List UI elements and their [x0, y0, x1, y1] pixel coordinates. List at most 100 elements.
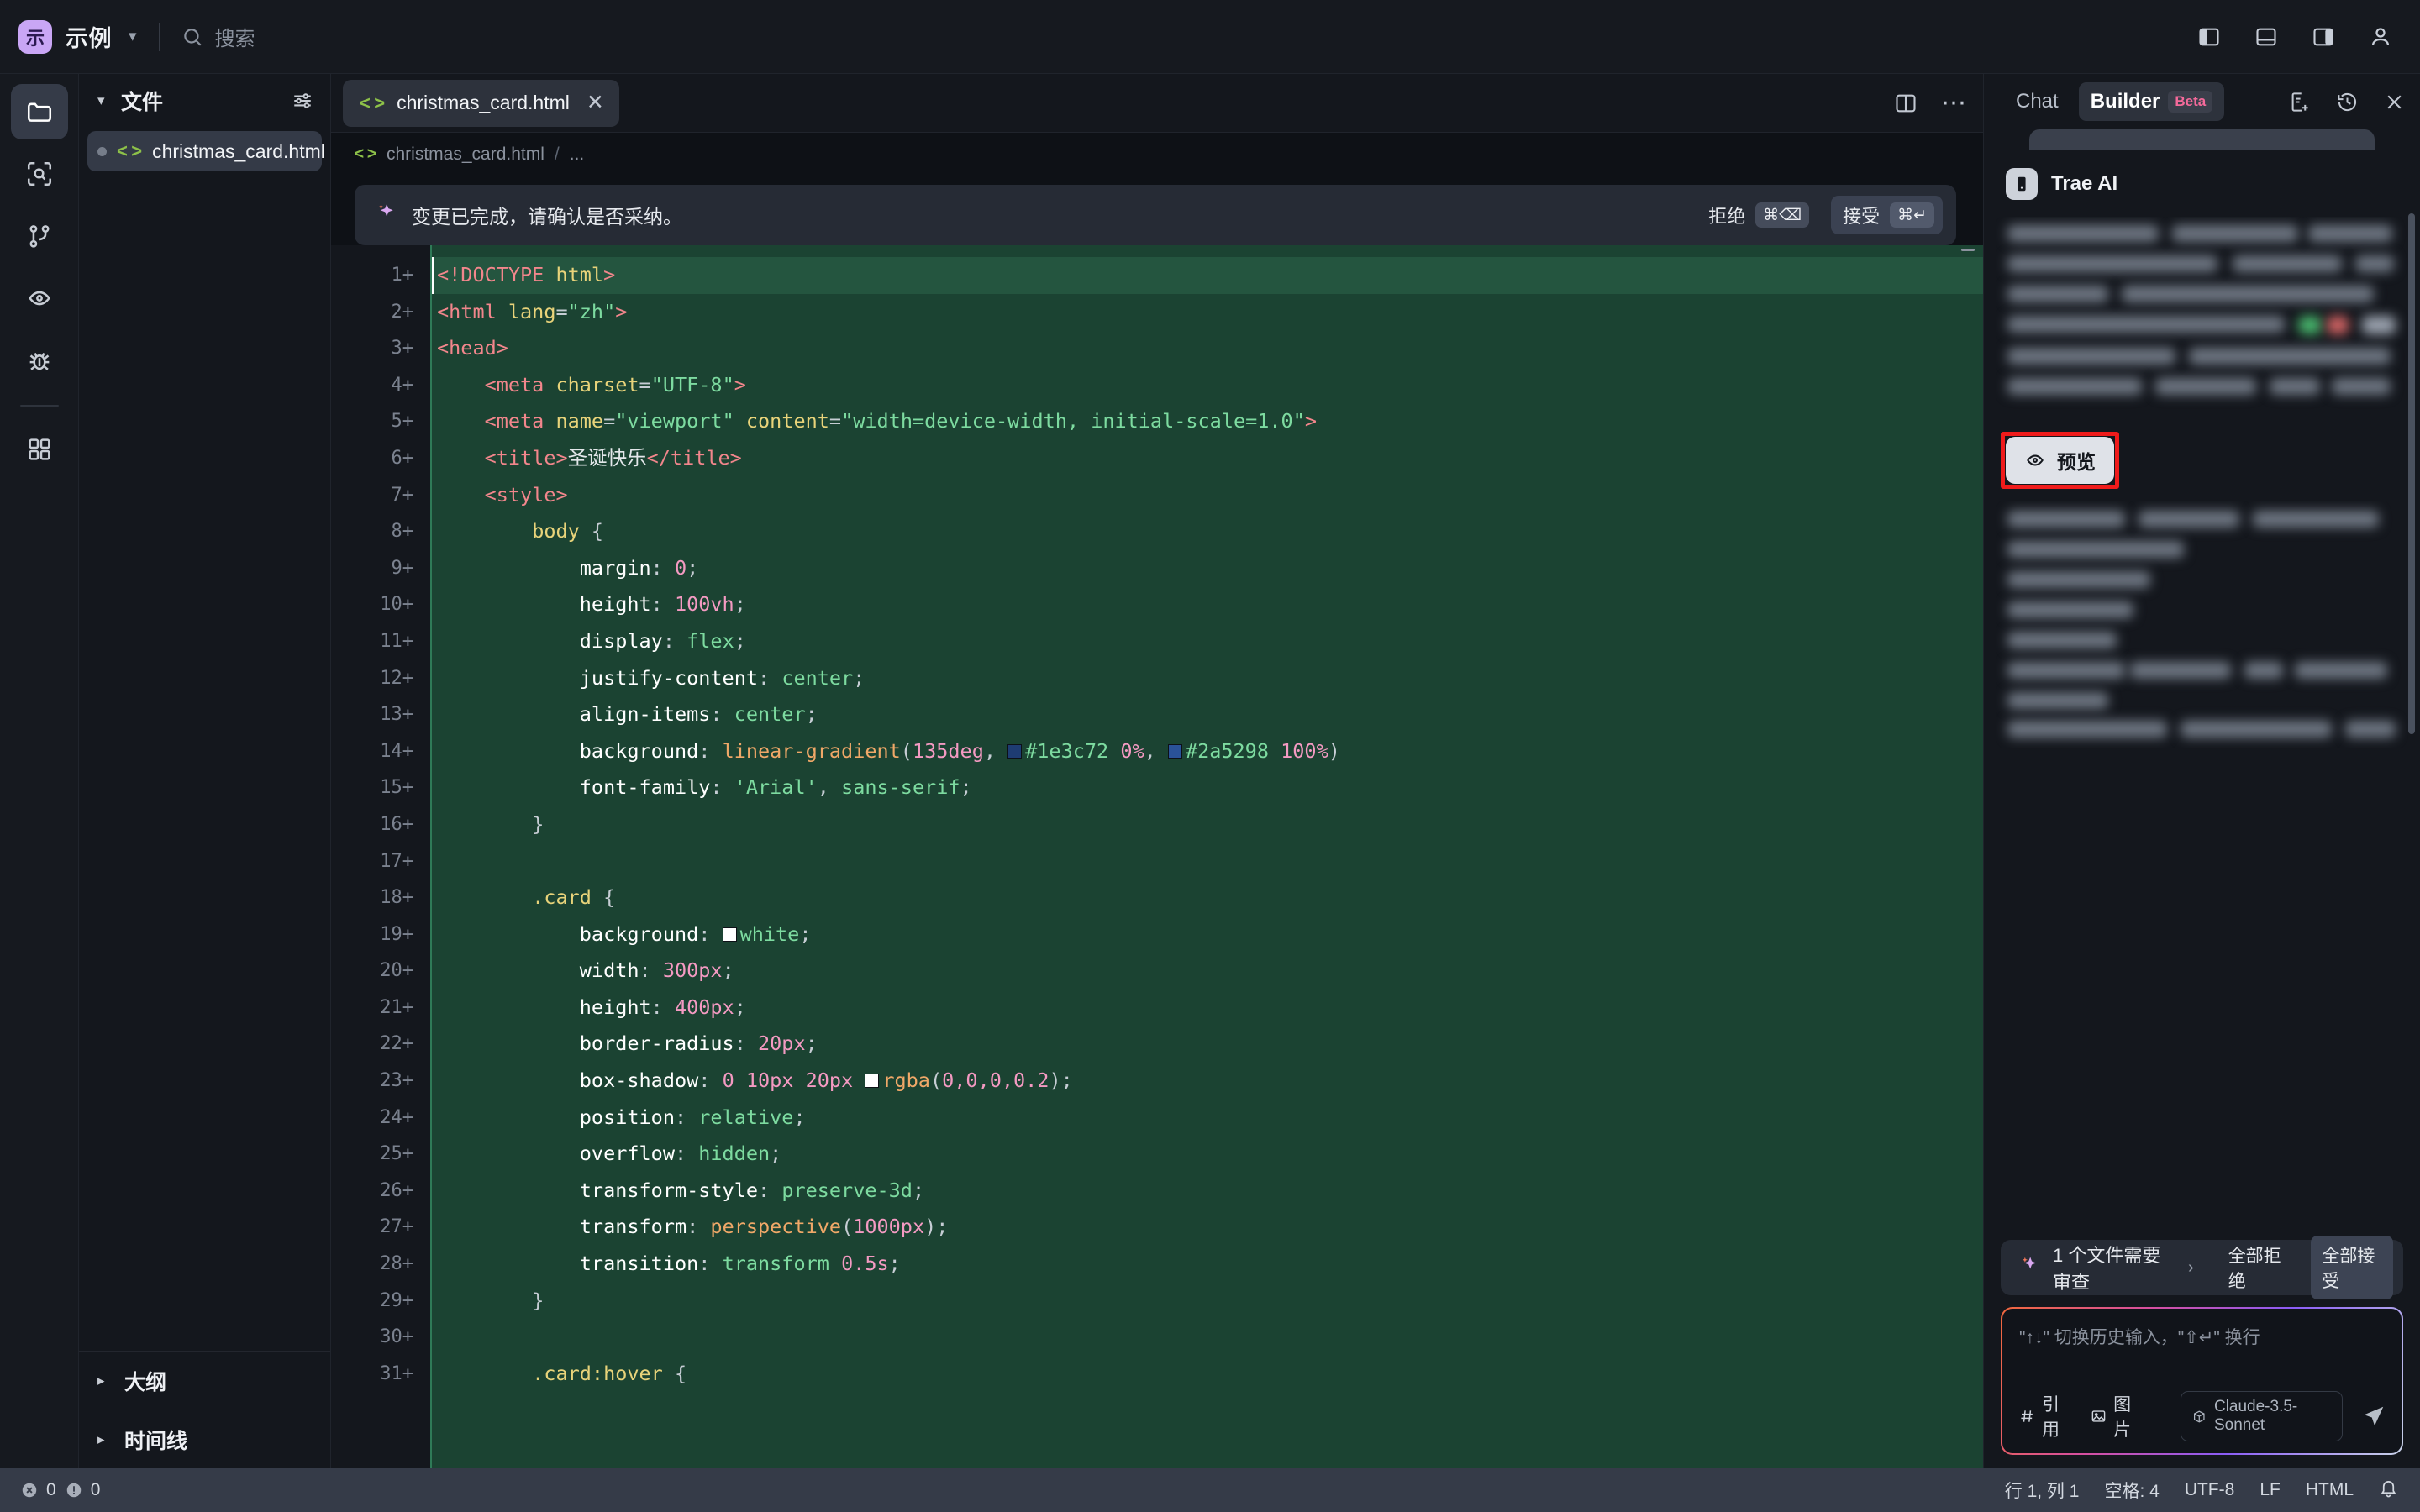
code-token: (	[901, 739, 913, 763]
code-editor[interactable]: 1+2+3+4+5+6+7+8+9+10+11+12+13+14+15+16+1…	[331, 245, 1983, 1468]
add-reference-button[interactable]: 引用	[2019, 1391, 2072, 1441]
code-token: >	[1305, 409, 1317, 433]
code-line[interactable]: .card:hover {	[432, 1356, 1983, 1393]
code-token: :	[651, 556, 675, 580]
bell-icon[interactable]	[2379, 1478, 2398, 1503]
add-image-button[interactable]: 图片	[2091, 1391, 2144, 1441]
sidebar-item-debug[interactable]	[11, 333, 68, 388]
indentation-setting[interactable]: 空格: 4	[2104, 1478, 2159, 1503]
code-line[interactable]: transform: perspective(1000px);	[432, 1209, 1983, 1246]
explorer-section-timeline[interactable]: ▸ 时间线	[79, 1410, 330, 1468]
code-line[interactable]: font-family: 'Arial', sans-serif;	[432, 769, 1983, 806]
code-line[interactable]: background: white;	[432, 916, 1983, 953]
code-token: perspective	[710, 1215, 841, 1238]
toggle-right-panel-icon[interactable]	[2309, 23, 2338, 51]
problems-errors[interactable]: 0	[20, 1480, 56, 1500]
code-line[interactable]: }	[432, 1283, 1983, 1320]
split-editor-icon[interactable]	[1894, 92, 1918, 115]
code-line[interactable]	[432, 1319, 1983, 1356]
code-token: );	[924, 1215, 948, 1238]
code-token: content	[746, 409, 829, 433]
reject-change-button[interactable]: 拒绝 ⌘⌫	[1697, 196, 1818, 234]
composer[interactable]: "↑↓" 切换历史输入，"⇧↵" 换行 引用 图片	[2002, 1309, 2402, 1453]
code-line[interactable]: <!DOCTYPE html>	[432, 257, 1983, 294]
explorer-section-outline[interactable]: ▸ 大纲	[79, 1351, 330, 1410]
blurred-text-line	[2327, 316, 2349, 334]
code-content[interactable]: <!DOCTYPE html><html lang="zh"><head> <m…	[430, 245, 1983, 1468]
chevron-down-icon[interactable]: ▾	[97, 92, 111, 109]
search-box[interactable]: 搜索	[182, 22, 255, 51]
accept-change-button[interactable]: 接受 ⌘↵	[1831, 196, 1943, 234]
code-line[interactable]: transition: transform 0.5s;	[432, 1246, 1983, 1283]
code-line[interactable]: margin: 0;	[432, 550, 1983, 587]
sidebar-item-run[interactable]	[11, 270, 68, 326]
more-actions-icon[interactable]: ⋯	[1941, 97, 1968, 109]
code-token: ,	[984, 739, 1007, 763]
sidebar-item-extensions[interactable]	[11, 422, 68, 477]
problems-warnings[interactable]: 0	[65, 1480, 101, 1500]
chevron-right-icon[interactable]: ›	[2188, 1258, 2194, 1278]
tab-chat[interactable]: Chat	[2004, 82, 2070, 121]
send-icon[interactable]	[2361, 1404, 2386, 1429]
sidebar-item-explorer[interactable]	[11, 84, 68, 139]
conversation-scrollbar[interactable]	[2408, 213, 2415, 734]
code-line[interactable]: <head>	[432, 330, 1983, 367]
model-selector[interactable]: Claude-3.5-Sonnet	[2181, 1391, 2343, 1441]
code-line[interactable]: <title>圣诞快乐</title>	[432, 440, 1983, 477]
file-item-christmas-card[interactable]: < > christmas_card.html	[87, 131, 322, 171]
cursor-position[interactable]: 行 1, 列 1	[2005, 1478, 2080, 1503]
sidebar-item-source-control[interactable]	[11, 208, 68, 264]
file-review-bar[interactable]: 1 个文件需要审查 › 全部拒绝 全部接受	[2001, 1240, 2403, 1295]
toggle-bottom-panel-icon[interactable]	[2252, 23, 2281, 51]
line-number: 12+	[331, 660, 430, 697]
code-line[interactable]: border-radius: 20px;	[432, 1026, 1983, 1063]
code-line[interactable]: background: linear-gradient(135deg, #1e3…	[432, 733, 1983, 770]
tab-builder[interactable]: Builder Beta	[2079, 82, 2225, 121]
breadcrumb-tail[interactable]: ...	[570, 144, 585, 165]
code-line[interactable]: width: 300px;	[432, 953, 1983, 990]
ai-conversation[interactable]: Trae AI 预览	[1984, 129, 2420, 1240]
reject-all-button[interactable]: 全部拒绝	[2217, 1236, 2300, 1299]
new-chat-icon[interactable]	[2288, 91, 2311, 113]
code-line[interactable]: height: 400px;	[432, 990, 1983, 1026]
code-line[interactable]: height: 100vh;	[432, 586, 1983, 623]
language-mode[interactable]: HTML	[2306, 1480, 2354, 1500]
code-token: white	[740, 922, 800, 946]
code-line[interactable]: box-shadow: 0 10px 20px rgba(0,0,0,0.2);	[432, 1063, 1983, 1100]
code-line[interactable]: overflow: hidden;	[432, 1136, 1983, 1173]
code-line[interactable]: display: flex;	[432, 623, 1983, 660]
code-line[interactable]: .card {	[432, 879, 1983, 916]
close-icon[interactable]	[2384, 92, 2405, 113]
code-line[interactable]: body {	[432, 513, 1983, 550]
project-selector[interactable]: 示 示例 ▾	[18, 20, 137, 54]
editor-tab-christmas-card[interactable]: < > christmas_card.html ✕	[343, 80, 619, 127]
message-input-placeholder[interactable]: "↑↓" 切换历史输入，"⇧↵" 换行	[2019, 1324, 2386, 1391]
code-line[interactable]: <meta name="viewport" content="width=dev…	[432, 403, 1983, 440]
sidebar-item-search[interactable]	[11, 146, 68, 202]
code-line[interactable]: align-items: center;	[432, 696, 1983, 733]
code-line[interactable]	[432, 843, 1983, 880]
blurred-text-line	[2130, 662, 2231, 679]
code-line[interactable]: <html lang="zh">	[432, 294, 1983, 331]
code-line[interactable]: position: relative;	[432, 1100, 1983, 1137]
preview-button[interactable]: 预览	[2006, 437, 2114, 484]
toggle-left-panel-icon[interactable]	[2195, 23, 2223, 51]
file-encoding[interactable]: UTF-8	[2185, 1480, 2235, 1500]
breadcrumb[interactable]: < > christmas_card.html / ...	[331, 133, 1983, 176]
code-line[interactable]: transform-style: preserve-3d;	[432, 1173, 1983, 1210]
bug-icon	[25, 346, 54, 375]
code-line[interactable]: justify-content: center;	[432, 660, 1983, 697]
code-line[interactable]: }	[432, 806, 1983, 843]
code-line[interactable]: <meta charset="UTF-8">	[432, 367, 1983, 404]
breadcrumb-file[interactable]: christmas_card.html	[387, 144, 544, 165]
filter-sliders-icon[interactable]	[292, 90, 313, 112]
blurred-text-line	[2308, 225, 2392, 242]
line-ending[interactable]: LF	[2260, 1480, 2281, 1500]
accept-all-button[interactable]: 全部接受	[2311, 1236, 2393, 1299]
history-icon[interactable]	[2336, 91, 2359, 113]
chevron-down-icon[interactable]: ▾	[129, 27, 137, 46]
code-line[interactable]: <style>	[432, 477, 1983, 514]
reject-label: 拒绝	[1708, 202, 1745, 228]
close-icon[interactable]: ✕	[587, 92, 604, 113]
account-icon[interactable]	[2366, 23, 2395, 51]
